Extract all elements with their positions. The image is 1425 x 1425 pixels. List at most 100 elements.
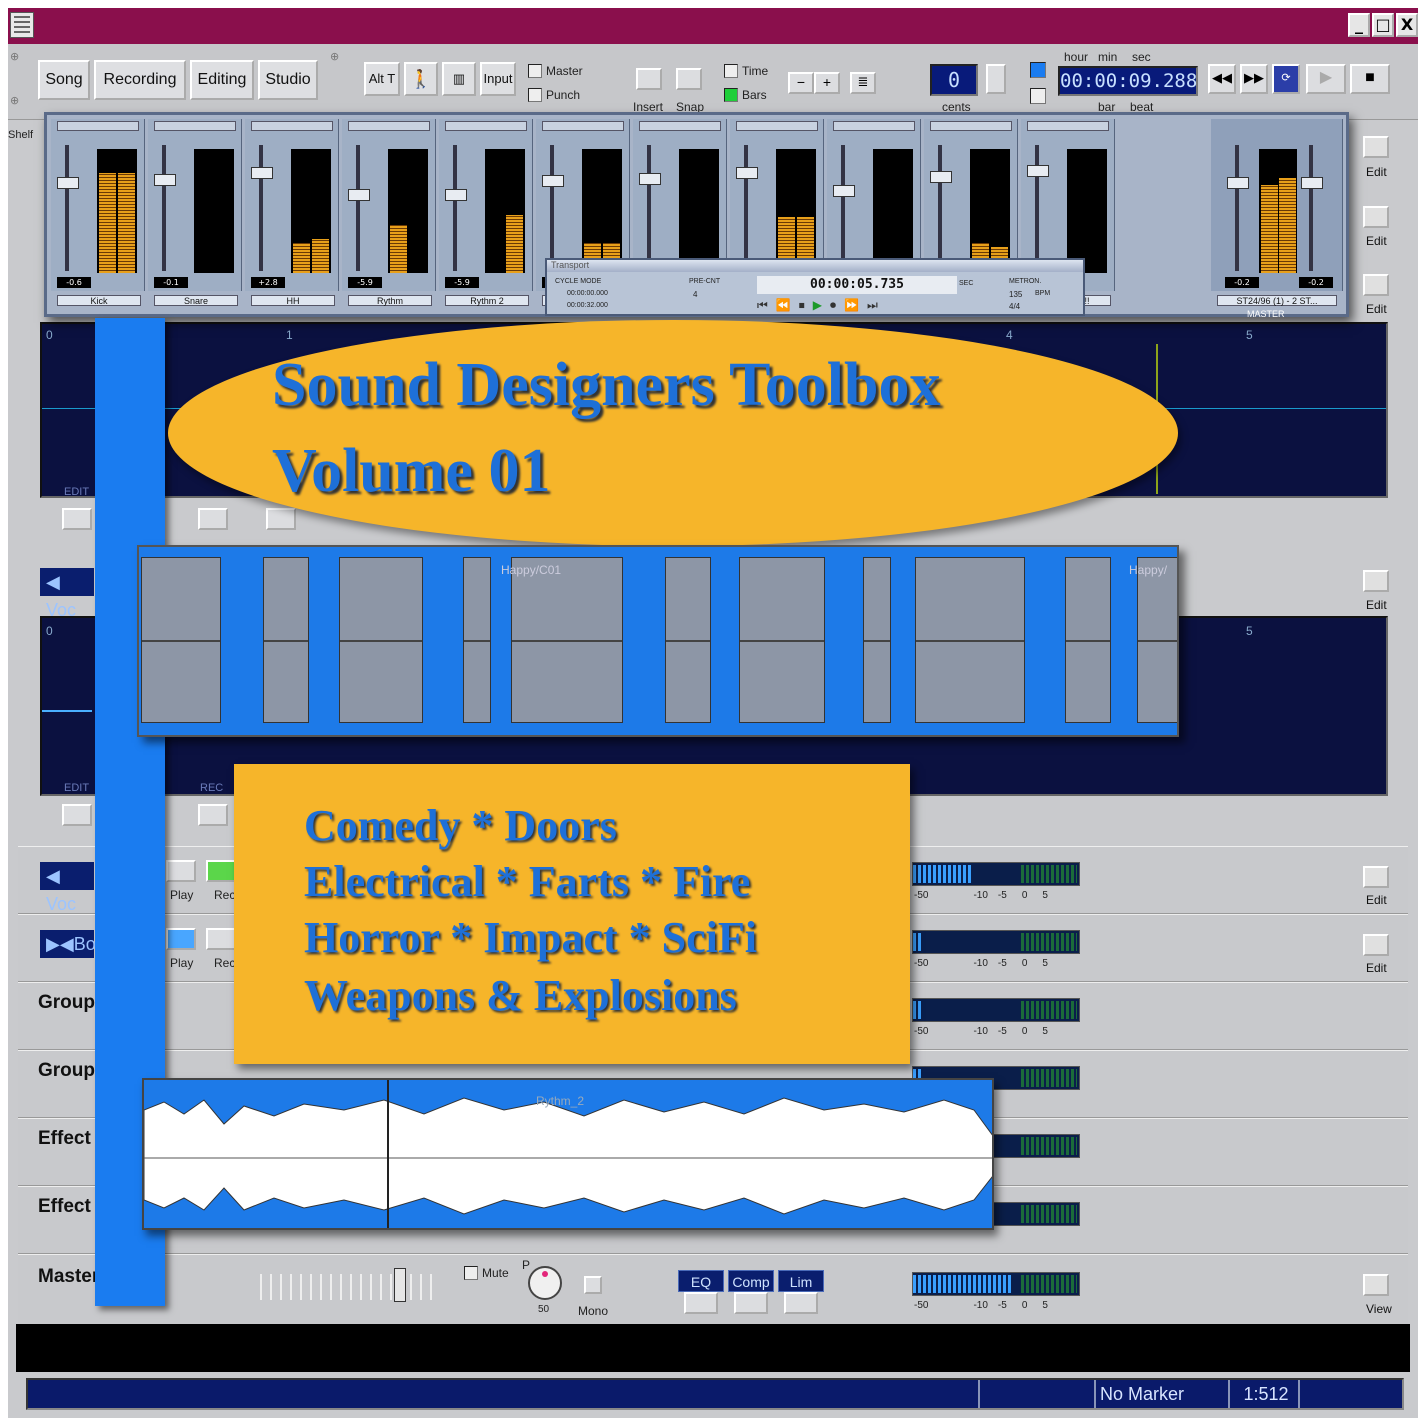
stop-icon[interactable]: ■ xyxy=(1350,64,1390,94)
zoom-in-button[interactable]: + xyxy=(814,72,840,94)
walk-tool-icon[interactable]: 🚶 xyxy=(404,62,438,96)
zoom-out-button[interactable]: − xyxy=(788,72,814,94)
time-checkbox[interactable] xyxy=(724,64,738,78)
mute-solo-strip[interactable] xyxy=(833,121,915,131)
punch-checkbox[interactable] xyxy=(528,88,542,102)
master-fader-right[interactable] xyxy=(1301,177,1323,189)
edit-button[interactable] xyxy=(1363,206,1389,228)
edit-button[interactable] xyxy=(1363,136,1389,158)
cents-stepper[interactable] xyxy=(986,64,1006,94)
mute-solo-strip[interactable] xyxy=(736,121,818,131)
mute-solo-strip[interactable] xyxy=(348,121,430,131)
lane-button[interactable] xyxy=(198,804,228,826)
keyboard-icon[interactable]: ▥ xyxy=(442,62,476,96)
master-fader-handle[interactable] xyxy=(394,1268,406,1302)
mute-solo-strip[interactable] xyxy=(57,121,139,131)
tab-studio[interactable]: Studio xyxy=(258,60,318,100)
close-button[interactable]: X xyxy=(1396,13,1418,37)
marker-status[interactable]: No Marker xyxy=(1094,1380,1228,1408)
edit-label: Edit xyxy=(1366,598,1387,612)
mute-checkbox[interactable] xyxy=(464,1266,478,1280)
rec-button[interactable] xyxy=(206,860,236,882)
rewind-icon[interactable]: ◀◀ xyxy=(1208,64,1236,94)
edit-button[interactable] xyxy=(1363,866,1389,888)
app-menu-icon[interactable] xyxy=(10,12,34,38)
tab-song[interactable]: Song xyxy=(38,60,90,100)
fast-forward-icon[interactable]: ▶▶ xyxy=(1240,64,1268,94)
tab-editing[interactable]: Editing xyxy=(190,60,254,100)
transport-buttons[interactable]: ⏮⏪⏹▶⏺⏩⏭ xyxy=(757,298,983,314)
track-name-voc-2[interactable]: ◀ Voc xyxy=(40,862,94,914)
level-meter xyxy=(912,930,1080,954)
rewind-icon: ⏪ xyxy=(775,298,799,312)
lane-button[interactable] xyxy=(266,508,296,530)
master-title: MASTER xyxy=(1247,309,1285,319)
loop-icon[interactable]: ⟳ xyxy=(1272,64,1300,94)
rec-button[interactable] xyxy=(206,928,236,950)
mute-solo-strip[interactable] xyxy=(154,121,236,131)
status-cell xyxy=(978,1380,1094,1408)
alt-tool-button[interactable]: Alt T xyxy=(364,62,400,96)
master-fader-left[interactable] xyxy=(1227,177,1249,189)
channel-fader[interactable] xyxy=(639,173,661,185)
channel-fader[interactable] xyxy=(348,189,370,201)
view-label: View xyxy=(1366,1302,1392,1316)
channel-meter xyxy=(970,149,1010,273)
channel-fader[interactable] xyxy=(1027,165,1049,177)
comp-toggle[interactable] xyxy=(734,1292,768,1314)
clock-mode-button-2[interactable] xyxy=(1030,88,1046,104)
eq-button[interactable]: EQ xyxy=(678,1270,724,1292)
wave-label: Rythm_2 xyxy=(536,1094,585,1108)
lim-toggle[interactable] xyxy=(784,1292,818,1314)
lane-button[interactable] xyxy=(62,508,92,530)
mono-button[interactable] xyxy=(584,1276,602,1294)
channel-fader[interactable] xyxy=(445,189,467,201)
edit-button[interactable] xyxy=(1363,934,1389,956)
title-bar: _ □ X xyxy=(8,8,1418,44)
pan-knob[interactable] xyxy=(528,1266,562,1300)
mute-solo-strip[interactable] xyxy=(445,121,527,131)
view-button[interactable] xyxy=(1363,1274,1389,1296)
transport-panel[interactable]: Transport CYCLE MODE 00:00:00.000 00:00:… xyxy=(545,258,1085,316)
comp-button[interactable]: Comp xyxy=(728,1270,774,1292)
forward-icon: ⏩ xyxy=(844,298,867,312)
play-icon[interactable]: ▶ xyxy=(1306,64,1346,94)
transport-title: Transport xyxy=(547,260,1083,272)
lane-button[interactable] xyxy=(62,804,92,826)
clock-mode-button[interactable] xyxy=(1030,62,1046,78)
tab-recording[interactable]: Recording xyxy=(94,60,186,100)
insert-button[interactable] xyxy=(636,68,662,90)
edit-button[interactable] xyxy=(1363,274,1389,296)
channel-fader[interactable] xyxy=(542,175,564,187)
mute-solo-strip[interactable] xyxy=(251,121,333,131)
mute-solo-strip[interactable] xyxy=(639,121,721,131)
channel-fader[interactable] xyxy=(833,185,855,197)
mute-solo-strip[interactable] xyxy=(930,121,1012,131)
maximize-button[interactable]: □ xyxy=(1372,13,1394,37)
channel-fader[interactable] xyxy=(57,177,79,189)
play-button[interactable] xyxy=(166,860,196,882)
list-icon[interactable]: ≣ xyxy=(850,72,876,94)
channel-fader[interactable] xyxy=(154,174,176,186)
minimize-button[interactable]: _ xyxy=(1348,13,1370,37)
bars-checkbox[interactable] xyxy=(724,88,738,102)
channel-fader[interactable] xyxy=(930,171,952,183)
category-line-2: Electrical * Farts * Fire xyxy=(304,857,751,906)
channel-fader[interactable] xyxy=(736,167,758,179)
snap-button[interactable] xyxy=(676,68,702,90)
master-checkbox[interactable] xyxy=(528,64,542,78)
level-meter xyxy=(912,998,1080,1022)
time-label: Time xyxy=(742,64,769,78)
lim-button[interactable]: Lim xyxy=(778,1270,824,1292)
input-button[interactable]: Input xyxy=(480,62,516,96)
eq-toggle[interactable] xyxy=(684,1292,718,1314)
track-name-bon[interactable]: ▶◀Bon xyxy=(40,930,106,958)
mute-solo-strip[interactable] xyxy=(542,121,624,131)
lane-button[interactable] xyxy=(198,508,228,530)
track-name-voc[interactable]: ◀ Voc xyxy=(40,568,94,620)
screw-icon: ⊕ xyxy=(10,50,20,63)
channel-fader[interactable] xyxy=(251,167,273,179)
edit-button[interactable] xyxy=(1363,570,1389,592)
play-button[interactable] xyxy=(166,928,196,950)
mute-solo-strip[interactable] xyxy=(1027,121,1109,131)
